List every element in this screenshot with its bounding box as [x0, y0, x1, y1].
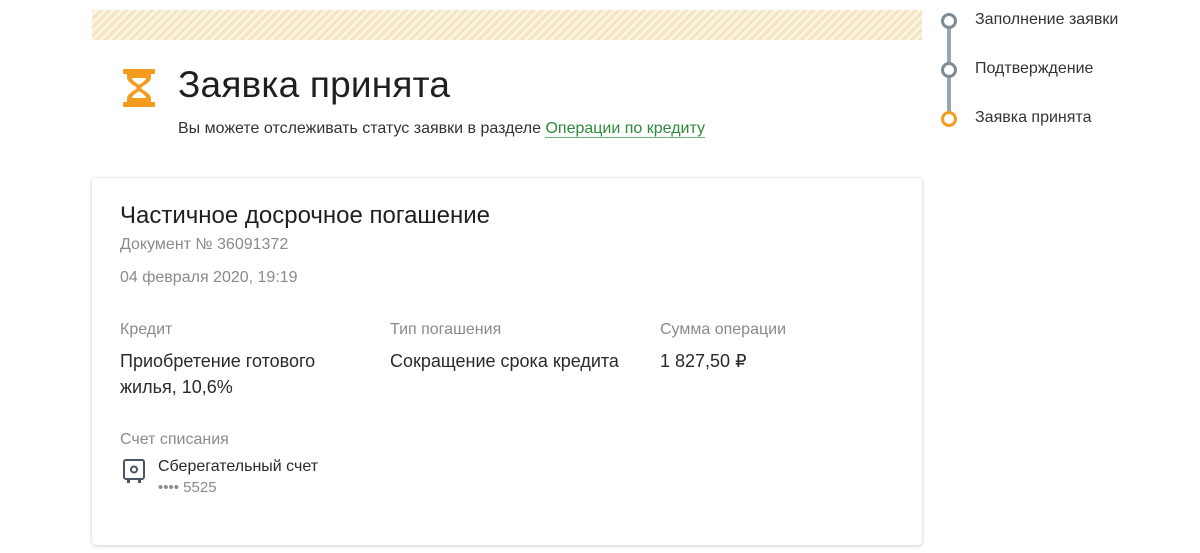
page: Заявка принята Вы можете отслеживать ста…	[0, 0, 1200, 553]
credit-value: Приобретение готового жилья, 10,6%	[120, 351, 316, 397]
repayment-type-value: Сокращение срока кредита	[390, 351, 619, 371]
status-subtitle: Вы можете отслеживать статус заявки в ра…	[178, 120, 705, 138]
amount-label: Сумма операции	[660, 321, 787, 338]
progress-stepper: Заполнение заявки Подтверждение Заявка п…	[938, 0, 1188, 140]
status-subtitle-text: Вы можете отслеживать статус заявки в ра…	[178, 120, 546, 137]
step-3-dot-icon	[941, 111, 957, 127]
amount-value: 1 827,50 ₽	[660, 351, 747, 371]
document-number: Документ № 36091372	[120, 236, 289, 253]
step-2-label: Подтверждение	[975, 60, 1094, 77]
repayment-type-label: Тип погашения	[390, 321, 502, 338]
hourglass-icon	[123, 69, 155, 107]
page-title: Заявка принята	[178, 64, 451, 105]
step-1-dot-icon	[941, 13, 957, 29]
safe-icon	[123, 459, 145, 483]
status-banner-stripe	[92, 10, 922, 40]
credit-label: Кредит	[120, 321, 173, 338]
operation-title: Частичное досрочное погашение	[120, 202, 491, 229]
account-number: •••• 5525	[158, 479, 217, 496]
credit-operations-link[interactable]: Операции по кредиту	[545, 120, 705, 138]
step-1-label: Заполнение заявки	[975, 11, 1119, 28]
account-name: Сберегательный счет	[158, 458, 319, 475]
debit-account-label: Счет списания	[120, 431, 229, 448]
operation-date: 04 февраля 2020, 19:19	[120, 269, 298, 286]
operation-card: Частичное досрочное погашение Документ №…	[92, 178, 922, 545]
step-3-label: Заявка принята	[975, 109, 1092, 126]
step-2-dot-icon	[941, 62, 957, 78]
